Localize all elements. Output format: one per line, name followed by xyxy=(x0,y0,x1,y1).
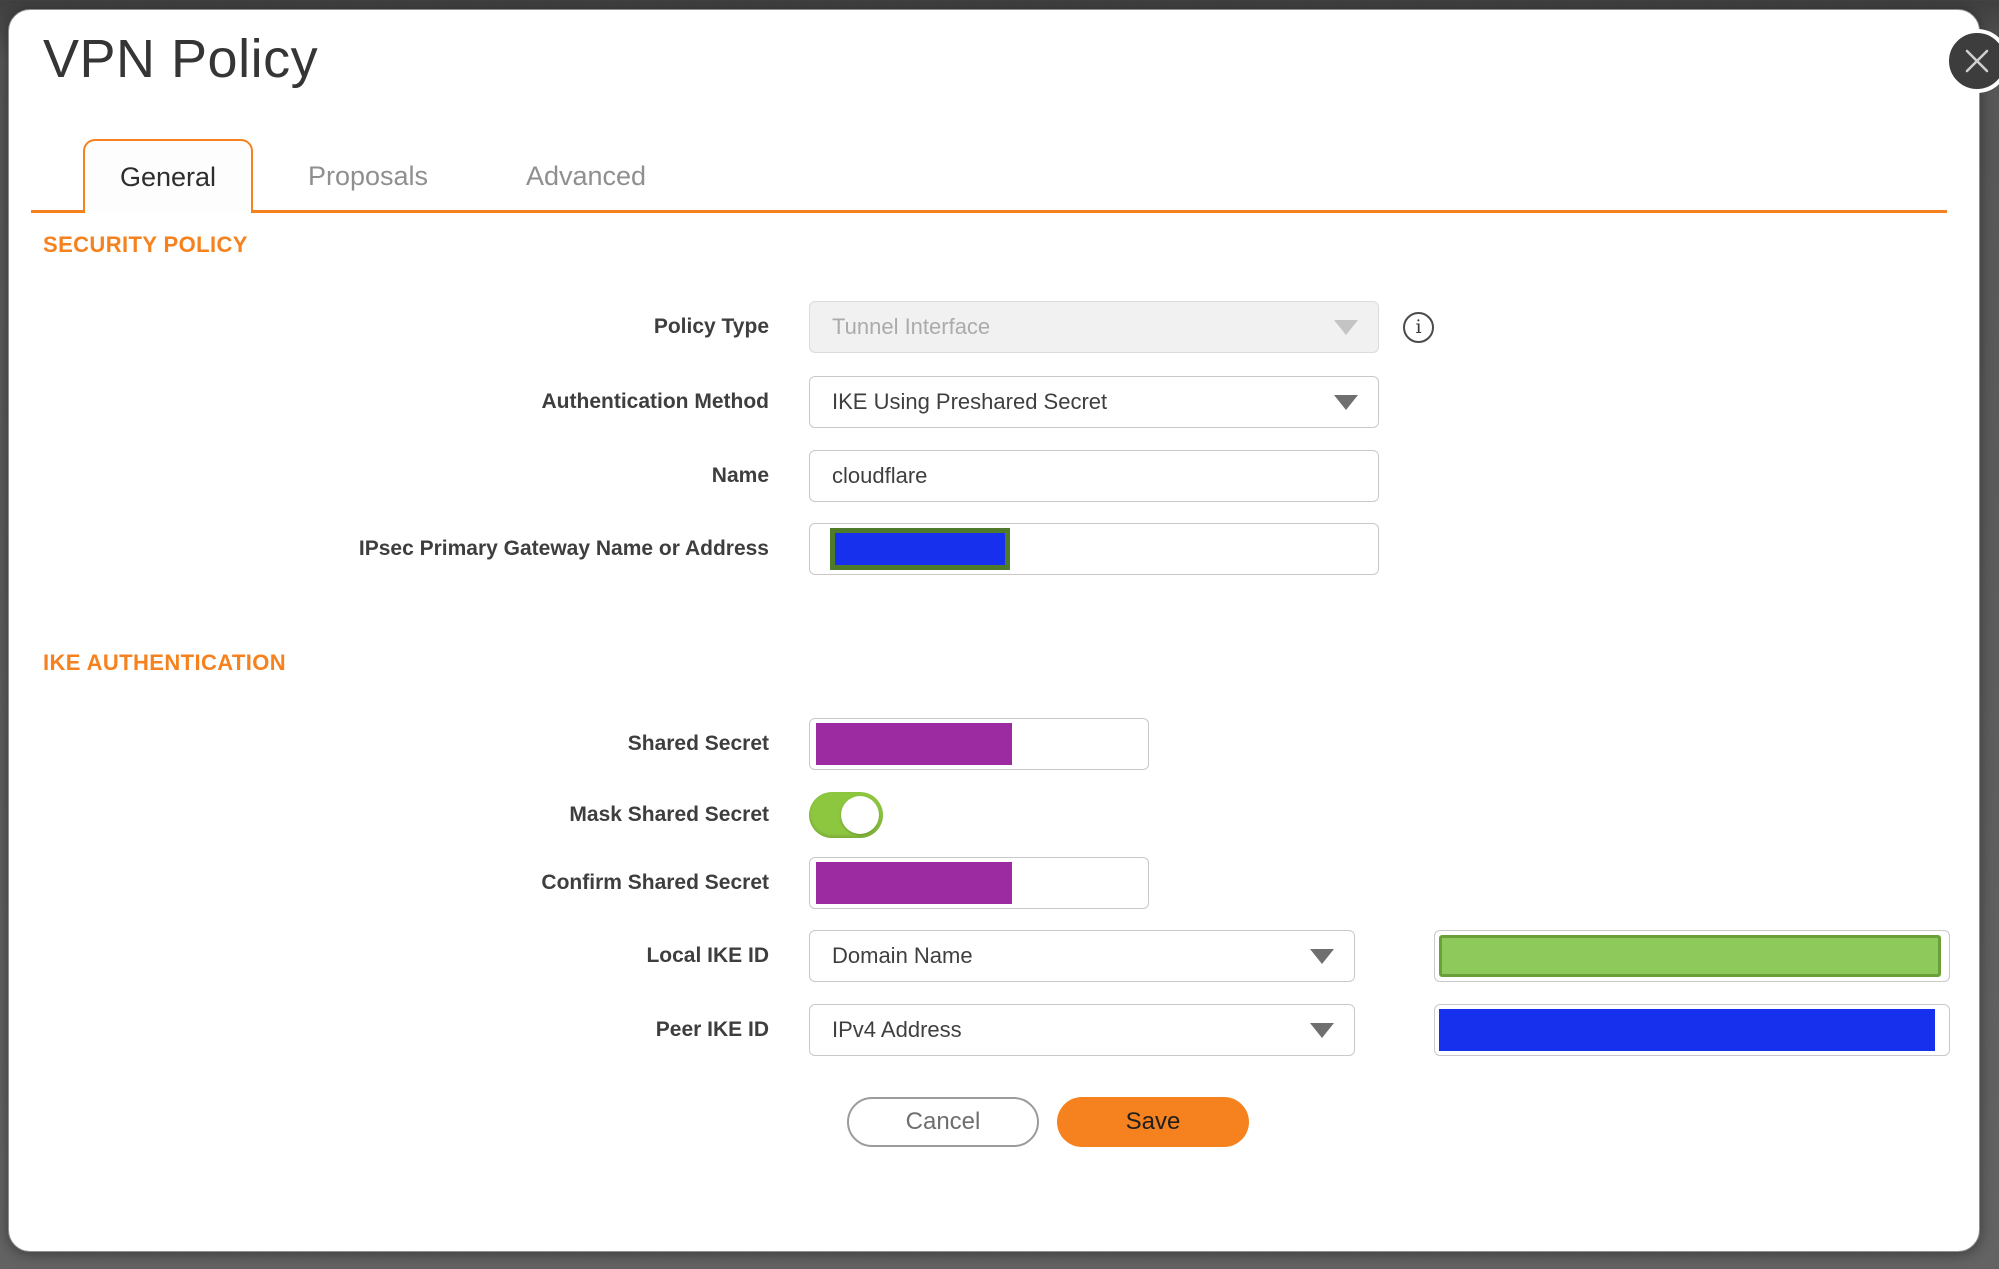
policy-type-select: Tunnel Interface xyxy=(809,301,1379,353)
gateway-row: IPsec Primary Gateway Name or Address xyxy=(29,523,1379,575)
toggle-knob xyxy=(841,796,879,834)
confirm-shared-secret-label: Confirm Shared Secret xyxy=(541,871,769,894)
authentication-method-select[interactable]: IKE Using Preshared Secret xyxy=(809,376,1379,428)
gateway-redaction-block xyxy=(830,528,1010,570)
confirm-shared-secret-row: Confirm Shared Secret xyxy=(29,857,1149,909)
mask-shared-secret-row: Mask Shared Secret xyxy=(29,792,883,838)
policy-type-row: Policy Type Tunnel Interface i xyxy=(29,301,1434,353)
policy-type-label: Policy Type xyxy=(653,315,769,338)
close-button[interactable] xyxy=(1945,29,1999,93)
peer-ike-id-type-select[interactable]: IPv4 Address xyxy=(809,1004,1355,1056)
chevron-down-icon xyxy=(1334,319,1358,335)
policy-type-value: Tunnel Interface xyxy=(832,314,991,339)
tab-proposals-label: Proposals xyxy=(307,160,429,191)
gateway-input[interactable] xyxy=(809,523,1379,575)
gateway-label: IPsec Primary Gateway Name or Address xyxy=(358,537,769,560)
name-input[interactable] xyxy=(809,450,1379,502)
shared-secret-label: Shared Secret xyxy=(627,732,769,755)
peer-ike-id-label: Peer IKE ID xyxy=(655,1018,769,1041)
authentication-method-value: IKE Using Preshared Secret xyxy=(832,389,1108,414)
authentication-method-row: Authentication Method IKE Using Preshare… xyxy=(29,376,1379,428)
name-row: Name xyxy=(29,450,1379,502)
peer-ike-id-type-value: IPv4 Address xyxy=(832,1017,962,1042)
chevron-down-icon xyxy=(1310,1022,1334,1038)
section-ike-authentication: IKE AUTHENTICATION xyxy=(43,650,287,675)
section-security-policy: SECURITY POLICY xyxy=(43,232,248,257)
chevron-down-icon xyxy=(1310,948,1334,964)
chevron-down-icon xyxy=(1334,394,1358,410)
authentication-method-label: Authentication Method xyxy=(541,390,769,413)
local-ike-id-row: Local IKE ID Domain Name xyxy=(29,930,1355,982)
cancel-button[interactable]: Cancel xyxy=(847,1097,1039,1147)
shared-secret-row: Shared Secret xyxy=(29,718,1149,770)
peer-ike-id-row: Peer IKE ID IPv4 Address xyxy=(29,1004,1355,1056)
peer-ike-id-redaction-block xyxy=(1439,1009,1935,1051)
peer-ike-id-value-input[interactable] xyxy=(1434,1004,1950,1056)
tab-proposals[interactable]: Proposals xyxy=(283,139,453,213)
confirm-shared-secret-input[interactable] xyxy=(809,857,1149,909)
info-icon[interactable]: i xyxy=(1403,311,1434,343)
local-ike-id-type-select[interactable]: Domain Name xyxy=(809,930,1355,982)
local-ike-id-redaction-block xyxy=(1439,935,1941,977)
confirm-shared-secret-redaction-block xyxy=(816,862,1012,904)
tab-general[interactable]: General xyxy=(83,139,253,213)
name-label: Name xyxy=(711,464,769,487)
mask-shared-secret-label: Mask Shared Secret xyxy=(569,803,769,826)
page-title: VPN Policy xyxy=(43,29,319,89)
local-ike-id-type-value: Domain Name xyxy=(832,943,973,968)
vpn-policy-dialog: VPN Policy General Proposals Advanced SE… xyxy=(8,9,1999,1252)
tab-advanced-label: Advanced xyxy=(525,160,647,191)
tab-general-label: General xyxy=(119,161,217,192)
local-ike-id-label: Local IKE ID xyxy=(646,944,769,967)
save-button[interactable]: Save xyxy=(1057,1097,1249,1147)
mask-shared-secret-toggle[interactable] xyxy=(809,792,883,838)
tab-advanced[interactable]: Advanced xyxy=(501,139,671,213)
shared-secret-redaction-block xyxy=(816,723,1012,765)
shared-secret-input[interactable] xyxy=(809,718,1149,770)
close-icon xyxy=(1965,49,1989,73)
local-ike-id-value-input[interactable] xyxy=(1434,930,1950,982)
info-glyph: i xyxy=(1415,316,1422,338)
